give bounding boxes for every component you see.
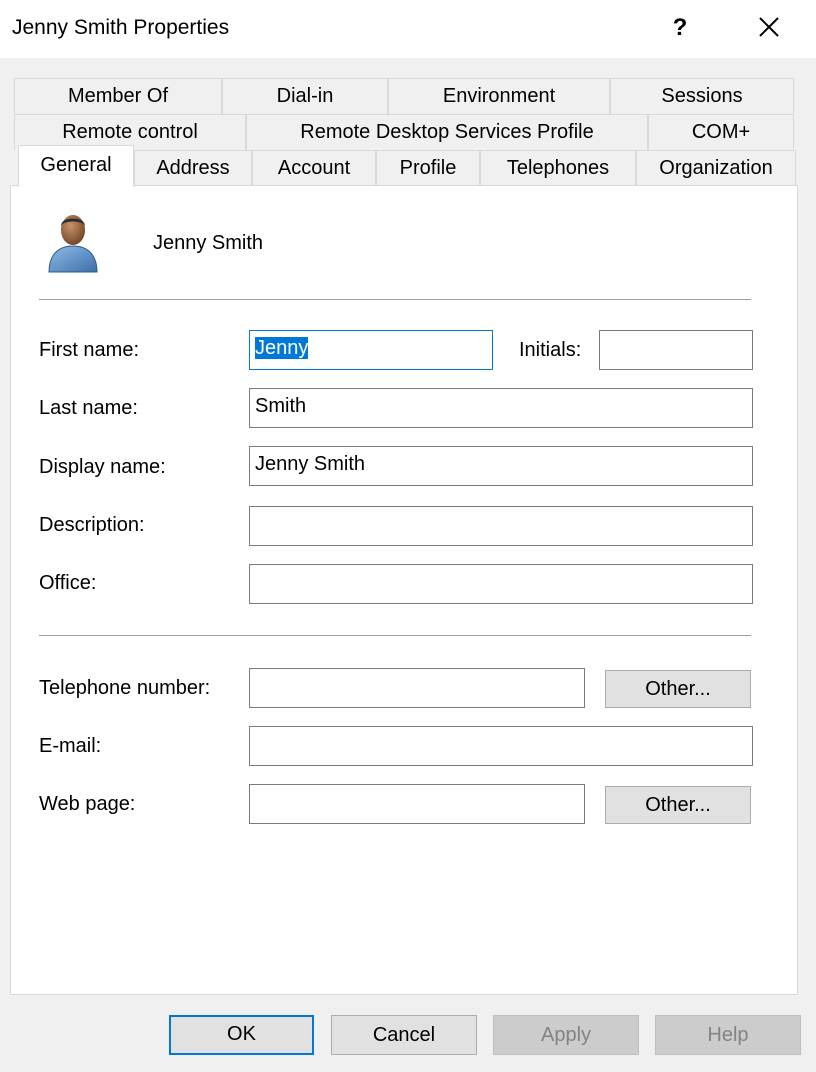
tab-telephones[interactable]: Telephones [480,150,636,186]
web-page-field[interactable] [249,784,585,824]
help-button[interactable]: ? [668,12,692,44]
email-field[interactable] [249,726,753,766]
initials-label: Initials: [519,339,582,361]
first-name-field[interactable]: Jenny [249,330,493,370]
tab-organization[interactable]: Organization [636,150,796,186]
apply-button[interactable]: Apply [493,1015,639,1055]
display-name-field[interactable]: Jenny Smith [249,446,753,486]
close-button[interactable] [752,10,786,44]
tab-member-of[interactable]: Member Of [14,78,222,114]
first-name-value: Jenny [255,337,309,359]
last-name-field[interactable]: Smith [249,388,753,428]
first-name-label: First name: [39,339,140,361]
tab-general[interactable]: General [18,145,134,187]
cancel-button[interactable]: Cancel [331,1015,477,1055]
help-dialog-button[interactable]: Help [655,1015,801,1055]
tab-com-plus[interactable]: COM+ [648,114,794,150]
telephone-other-button[interactable]: Other... [605,670,751,708]
user-avatar-icon [48,215,98,273]
tab-account[interactable]: Account [252,150,376,186]
ok-button[interactable]: OK [169,1015,314,1055]
tab-environment[interactable]: Environment [388,78,610,114]
tab-address[interactable]: Address [134,150,252,186]
email-label: E-mail: [39,735,102,757]
tab-sessions[interactable]: Sessions [610,78,794,114]
tab-rds-profile[interactable]: Remote Desktop Services Profile [246,114,648,150]
web-page-label: Web page: [39,793,136,815]
display-name-label: Display name: [39,456,166,478]
user-display-name: Jenny Smith [153,232,264,254]
telephone-field[interactable] [249,668,585,708]
separator [39,299,751,300]
window-title: Jenny Smith Properties [12,16,230,39]
description-label: Description: [39,514,145,536]
web-page-other-button[interactable]: Other... [605,786,751,824]
general-tab-panel: Jenny Smith First name: Jenny Initials: … [10,185,798,995]
tab-profile[interactable]: Profile [376,150,480,186]
last-name-label: Last name: [39,397,138,419]
title-bar: Jenny Smith Properties ? [0,0,816,58]
close-icon [759,17,779,37]
separator [39,635,751,636]
description-field[interactable] [249,506,753,546]
office-field[interactable] [249,564,753,604]
initials-field[interactable] [599,330,753,370]
office-label: Office: [39,572,97,594]
tab-dial-in[interactable]: Dial-in [222,78,388,114]
telephone-label: Telephone number: [39,677,211,699]
